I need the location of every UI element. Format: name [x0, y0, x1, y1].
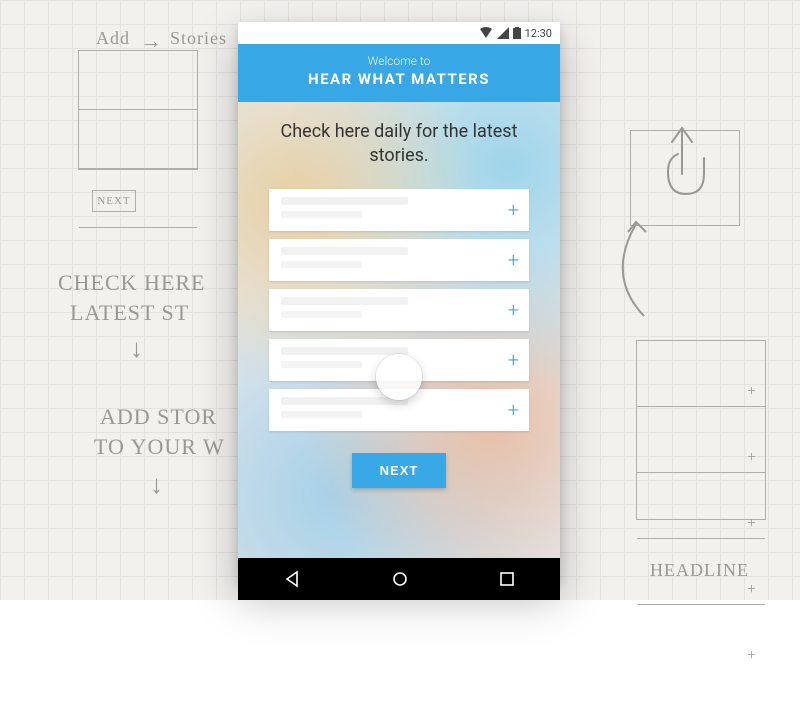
prompt-text: Check here daily for the latest stories.: [279, 120, 519, 169]
add-icon[interactable]: +: [508, 250, 519, 270]
sketch-plus-icon: +: [747, 383, 757, 401]
add-icon[interactable]: +: [508, 400, 519, 420]
sketch-plus-icon: +: [747, 515, 757, 533]
placeholder-line: [281, 197, 408, 205]
sketch-plus-icon: +: [747, 581, 757, 599]
sketch-list-row: +: [637, 443, 765, 473]
story-card[interactable]: +: [269, 339, 529, 381]
app-header: Welcome to HEAR WHAT MATTERS: [238, 44, 560, 102]
add-icon[interactable]: +: [508, 200, 519, 220]
sketch-check-here: CHECK HERE: [58, 270, 206, 296]
signal-icon: [497, 27, 509, 39]
nav-home-icon[interactable]: [391, 570, 409, 588]
sketch-plus-icon: +: [747, 449, 757, 467]
sketch-add-stor: ADD STOR: [100, 404, 217, 430]
story-card[interactable]: +: [269, 389, 529, 431]
sketch-box-top-left: [78, 50, 198, 170]
sketch-hand-icon: [648, 110, 728, 230]
sketch-plus-icon: +: [747, 647, 757, 665]
sketch-latest-st: LATEST ST: [70, 300, 189, 326]
sketch-curve-arrow: [596, 216, 656, 326]
sketch-headline: HEADLINE: [650, 560, 749, 581]
story-card[interactable]: +: [269, 289, 529, 331]
header-welcome: Welcome to: [238, 54, 560, 68]
nav-recent-icon[interactable]: [499, 571, 515, 587]
status-time: 12:30: [525, 27, 552, 40]
sketch-arrow-down-2: [150, 470, 164, 500]
placeholder-line: [281, 211, 362, 218]
wifi-icon: [479, 27, 493, 39]
placeholder-line: [281, 397, 408, 405]
add-icon[interactable]: +: [508, 300, 519, 320]
placeholder-line: [281, 347, 408, 355]
next-button[interactable]: NEXT: [352, 453, 447, 488]
android-nav-bar: [238, 558, 560, 600]
sketch-list-row: +: [637, 641, 765, 671]
sketch-list-box: + + + + +: [636, 340, 766, 520]
phone-frame: 12:30 Welcome to HEAR WHAT MATTERS Check…: [238, 22, 560, 582]
sketch-stories-label: Stories: [170, 28, 227, 49]
status-bar: 12:30: [238, 22, 560, 44]
battery-icon: [513, 27, 521, 39]
placeholder-line: [281, 311, 362, 318]
placeholder-line: [281, 361, 362, 368]
sketch-add-label: Add: [96, 28, 130, 49]
paper-background: Add Stories NEXT CHECK HERE LATEST ST AD…: [0, 0, 800, 600]
story-card[interactable]: +: [269, 239, 529, 281]
sketch-list-row: +: [637, 377, 765, 407]
placeholder-line: [281, 297, 408, 305]
sketch-next-box: NEXT: [92, 190, 136, 212]
placeholder-line: [281, 411, 362, 418]
placeholder-line: [281, 261, 362, 268]
sketch-to-your: TO YOUR W: [94, 434, 225, 460]
sketch-arrow-down-1: [130, 334, 144, 364]
placeholder-line: [281, 247, 408, 255]
story-card[interactable]: +: [269, 189, 529, 231]
content-area: Check here daily for the latest stories.…: [238, 102, 560, 558]
nav-back-icon[interactable]: [283, 570, 301, 588]
header-title: HEAR WHAT MATTERS: [238, 70, 560, 88]
add-icon[interactable]: +: [508, 350, 519, 370]
story-card-list: + + + +: [269, 189, 529, 431]
sketch-list-row: +: [637, 509, 765, 539]
